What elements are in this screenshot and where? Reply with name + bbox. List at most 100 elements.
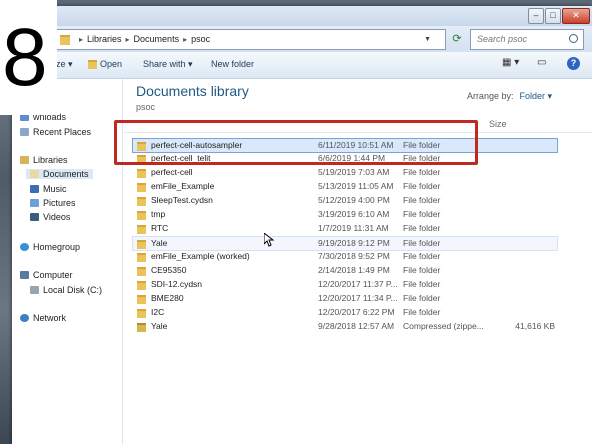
title-bar[interactable]: – □ ✕ (12, 6, 592, 26)
explorer-window: – □ ✕ ▸ Libraries ▸ Documents ▸ psoc ▼ ⟳ Sear… (12, 6, 592, 444)
folder-icon (137, 295, 146, 304)
close-button[interactable]: ✕ (562, 8, 590, 24)
minimize-button[interactable]: – (528, 8, 544, 24)
search-icon[interactable] (569, 34, 578, 43)
nav-item-videos[interactable]: Videos (30, 212, 70, 222)
breadcrumb: ▸ Libraries ▸ Documents ▸ psoc (75, 30, 210, 49)
nav-item-music[interactable]: Music (30, 184, 67, 194)
share-with-button[interactable]: Share with ▾ (143, 59, 193, 70)
file-row[interactable]: perfect-cell 5/19/2019 7:03 AM File folder (133, 166, 557, 179)
file-row[interactable]: Yale 9/19/2018 9:12 PM File folder (132, 236, 558, 251)
file-row[interactable]: BME280 12/20/2017 11:34 P... File folder (133, 292, 557, 305)
navigation-pane: orites sktop wnloads Recent Places Libra… (12, 79, 123, 444)
file-date: 1/7/2019 11:31 AM (318, 223, 389, 233)
file-type: File folder (403, 167, 441, 177)
file-type: File folder (403, 209, 441, 219)
file-type: File folder (403, 195, 441, 205)
nav-item-libraries[interactable]: Libraries (20, 155, 68, 165)
library-icon (20, 156, 29, 164)
nav-item-pictures[interactable]: Pictures (30, 198, 76, 208)
nav-item-network[interactable]: Network (20, 313, 66, 323)
search-placeholder: Search psoc (477, 34, 528, 44)
file-row[interactable]: Yale 9/28/2018 12:57 AM Compressed (zippe.… (133, 320, 557, 333)
file-name: tmp (151, 209, 166, 219)
file-name: CE95350 (151, 265, 187, 275)
folder-icon (137, 253, 146, 262)
nav-item-homegroup[interactable]: Homegroup (20, 242, 80, 252)
file-row[interactable]: SDI-12.cydsn 12/20/2017 11:37 P... File fo… (133, 278, 557, 291)
nav-label: Videos (43, 212, 71, 222)
nav-item-computer[interactable]: Computer (20, 270, 73, 280)
recent-places-icon (20, 128, 29, 136)
nav-item-recent-places[interactable]: Recent Places (20, 127, 91, 137)
file-name: emFile_Example (151, 181, 215, 191)
file-type: File folder (403, 265, 441, 275)
arrange-by-label: Arrange by: (466, 91, 514, 101)
help-icon[interactable]: ? (567, 57, 580, 70)
file-row[interactable]: RTC 1/7/2019 11:31 AM File folder (133, 222, 557, 235)
file-type: File folder (403, 251, 441, 261)
file-date: 2/14/2018 1:49 PM (318, 265, 390, 275)
arrange-by-dropdown[interactable]: Folder ▾ (519, 91, 552, 101)
address-row: ▸ Libraries ▸ Documents ▸ psoc ▼ ⟳ Search pso… (12, 26, 592, 52)
page-title: Documents library (136, 83, 249, 99)
pictures-icon (30, 199, 39, 207)
zip-folder-icon (137, 323, 146, 332)
nav-label: Libraries (33, 155, 68, 165)
folder-icon (137, 309, 146, 318)
open-button[interactable]: Open (88, 59, 122, 70)
file-row[interactable]: emFile_Example 5/13/2019 11:05 AM File fol… (133, 180, 557, 193)
organize-button[interactable]: ze ▾ (56, 59, 73, 70)
column-size[interactable]: Size (489, 119, 507, 129)
breadcrumb-separator: ▸ (183, 35, 188, 44)
folder-icon (137, 197, 146, 206)
refresh-icon[interactable]: ⟳ (448, 30, 466, 48)
network-icon (20, 314, 29, 322)
step-badge: 8 (0, 0, 57, 115)
file-date: 7/30/2018 9:52 PM (318, 251, 390, 261)
arrange-by: Arrange by: Folder ▾ (467, 91, 552, 102)
folder-icon (60, 35, 70, 45)
file-name: SDI-12.cydsn (151, 279, 203, 289)
file-name: RTC (151, 223, 169, 233)
nav-label: Documents (43, 169, 89, 179)
file-date: 12/20/2017 11:37 P... (318, 279, 398, 289)
music-icon (30, 185, 39, 193)
nav-label: Music (43, 184, 67, 194)
maximize-button[interactable]: □ (545, 8, 561, 24)
file-name: BME280 (151, 293, 184, 303)
command-bar: ze ▾ Open Share with ▾ New folder ▦ ▾ ▭ … (12, 52, 592, 79)
homegroup-icon (20, 243, 29, 251)
breadcrumb-libraries[interactable]: Libraries (87, 34, 122, 44)
videos-icon (30, 213, 39, 221)
file-row[interactable]: emFile_Example (worked) 7/30/2018 9:52 PM… (133, 250, 557, 263)
file-type: File folder (403, 181, 441, 191)
library-subtitle: psoc (136, 102, 156, 112)
breadcrumb-separator: ▸ (79, 35, 84, 44)
file-row[interactable]: I2C 12/20/2017 6:22 PM File folder (133, 306, 557, 319)
nav-label: Homegroup (33, 242, 81, 252)
file-name: SleepTest.cydsn (151, 195, 213, 205)
folder-icon (137, 267, 146, 276)
file-row[interactable]: tmp 3/19/2019 6:10 AM File folder (133, 208, 557, 221)
view-options-icon[interactable]: ▦ ▾ (502, 57, 519, 68)
file-row[interactable]: SleepTest.cydsn 5/12/2019 4:00 PM File fol… (133, 194, 557, 207)
nav-item-documents[interactable]: Documents (26, 169, 93, 179)
drive-icon (30, 286, 39, 294)
preview-pane-icon[interactable]: ▭ (537, 57, 546, 68)
address-bar[interactable]: ▸ Libraries ▸ Documents ▸ psoc ▼ (54, 29, 446, 50)
breadcrumb-documents[interactable]: Documents (134, 34, 180, 44)
file-date: 12/20/2017 6:22 PM (318, 307, 395, 317)
chevron-down-icon[interactable]: ▼ (424, 30, 431, 49)
file-date: 3/19/2019 6:10 AM (318, 209, 390, 219)
breadcrumb-psoc[interactable]: psoc (191, 34, 210, 44)
new-folder-button[interactable]: New folder (211, 59, 254, 69)
file-date: 9/19/2018 9:12 PM (318, 238, 390, 248)
breadcrumb-separator: ▸ (125, 35, 130, 44)
file-name: perfect-cell (151, 167, 193, 177)
file-row[interactable]: CE95350 2/14/2018 1:49 PM File folder (133, 264, 557, 277)
nav-item-local-disk[interactable]: Local Disk (C:) (30, 285, 102, 295)
file-type: File folder (403, 279, 441, 289)
search-input[interactable]: Search psoc (470, 29, 584, 50)
file-type: File folder (403, 223, 441, 233)
